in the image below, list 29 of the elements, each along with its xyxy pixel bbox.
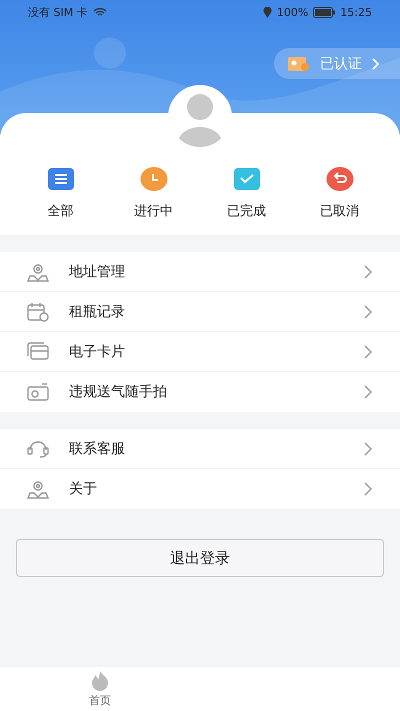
chevron-right-icon (364, 442, 372, 456)
menu-line-icon (27, 262, 49, 282)
flame-icon (89, 670, 111, 692)
order-status-icon (140, 166, 168, 192)
order-tab[interactable]: 全部 (20, 165, 100, 221)
menu-line-icon (27, 302, 49, 322)
chevron-right-icon (372, 58, 380, 70)
menu-line-icon (27, 438, 49, 458)
id-card-icon (288, 56, 310, 72)
chevron-right-icon (364, 385, 372, 399)
battery-icon (313, 6, 336, 18)
logout-button[interactable]: 退出登录 (16, 539, 384, 577)
carrier-text: 没有 SIM 卡 (28, 4, 88, 20)
chevron-right-icon (364, 344, 372, 358)
order-status-icon (232, 166, 260, 192)
order-tab[interactable]: 已完成 (206, 165, 286, 221)
location-icon (262, 6, 272, 18)
chevron-right-icon (364, 482, 372, 496)
order-tab[interactable]: 已取消 (300, 165, 380, 221)
wifi-icon (92, 7, 107, 17)
menu-line-icon (27, 382, 49, 402)
order-tab[interactable]: 进行中 (114, 165, 194, 221)
chevron-right-icon (364, 264, 372, 278)
order-status-icon (326, 166, 354, 192)
clock-text: 15:25 (340, 6, 372, 18)
order-status-icon (46, 166, 74, 192)
chevron-right-icon (364, 304, 372, 318)
menu-line-icon (27, 479, 49, 499)
battery-percent: 100% (276, 6, 308, 18)
